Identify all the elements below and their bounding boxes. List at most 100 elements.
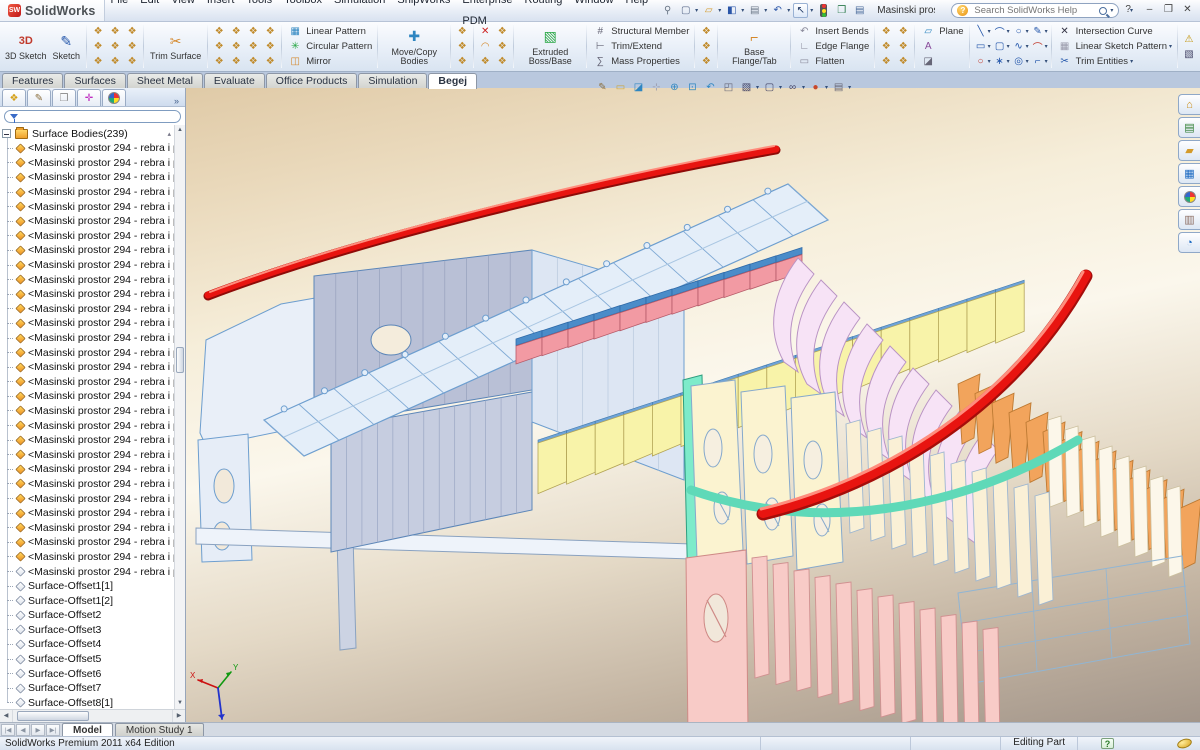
vertical-scroll-thumb[interactable] <box>176 347 184 373</box>
featuremanager-tab[interactable]: ❖ <box>2 89 26 106</box>
previous-view-icon[interactable]: ↶ <box>703 80 718 95</box>
base-flange-tab-button[interactable]: ⌐Base Flange/Tab <box>721 26 787 68</box>
tree-item[interactable]: <Masinski prostor 294 - rebra i p <box>0 462 185 477</box>
panel-expand-icon[interactable]: » <box>170 96 183 106</box>
tree-item[interactable]: <Masinski prostor 294 - rebra i p <box>0 302 185 317</box>
weldment-cube-icon[interactable]: ❖ <box>698 25 714 39</box>
next-tab-icon[interactable]: ▶ <box>31 724 45 736</box>
section-view-icon[interactable]: ◪ <box>631 80 646 95</box>
menu-file[interactable]: File <box>105 0 135 32</box>
insert-bends-button[interactable]: ↶Insert Bends <box>794 25 871 39</box>
menu-help[interactable]: Help <box>620 0 655 32</box>
tree-item[interactable]: Surface-Offset7 <box>0 681 185 696</box>
sketch-fillet-caret-icon[interactable]: ▾ <box>1045 43 1048 50</box>
design-binder-3-icon[interactable]: ❖ <box>454 55 470 69</box>
swept-cut-icon[interactable]: ❖ <box>245 40 261 54</box>
appearances-scenes-tab[interactable] <box>1178 186 1200 207</box>
spline-icon[interactable]: ∿ <box>1011 40 1027 54</box>
menu-view[interactable]: View <box>165 0 201 32</box>
menu-routing[interactable]: Routing <box>519 0 569 32</box>
new-document-icon[interactable]: ▢ <box>678 3 693 18</box>
undo-icon[interactable]: ↶ <box>770 3 785 18</box>
command-tab-evaluate[interactable]: Evaluate <box>204 73 265 88</box>
tree-item[interactable]: <Masinski prostor 294 - rebra i p <box>0 156 185 171</box>
dropdown-caret-icon[interactable]: ▾ <box>810 7 813 14</box>
circle-icon[interactable]: ○ <box>973 55 989 69</box>
hide-show-items-icon[interactable]: ∞ <box>785 80 800 95</box>
tree-item[interactable]: <Masinski prostor 294 - rebra i p <box>0 506 185 521</box>
menu-window[interactable]: Window <box>568 0 619 32</box>
tree-item[interactable]: Surface-Offset2 <box>0 608 185 623</box>
offset-surface-icon[interactable]: ❖ <box>90 40 106 54</box>
tree-item[interactable]: <Masinski prostor 294 - rebra i p <box>0 316 185 331</box>
display-style-icon[interactable]: ▢ <box>762 80 777 95</box>
intersection-curve-icon-icon[interactable]: ✕ <box>1057 25 1073 39</box>
tree-item[interactable]: <Masinski prostor 294 - rebra i p <box>0 199 185 214</box>
tree-filter-input[interactable] <box>22 110 175 122</box>
sketch-warning-icon[interactable]: ⚠ <box>1181 32 1197 46</box>
menu-enterprise-pdm[interactable]: Enterprise PDM <box>456 0 518 32</box>
tree-filter[interactable] <box>4 110 181 123</box>
tree-item[interactable]: <Masinski prostor 294 - rebra i p <box>0 433 185 448</box>
tree-item[interactable]: Surface-Offset1[2] <box>0 593 185 608</box>
perimeter-circle-caret-icon[interactable]: ▾ <box>1026 58 1029 65</box>
apply-scene-caret-icon[interactable]: ▾ <box>848 84 851 91</box>
menu-tools[interactable]: Tools <box>240 0 278 32</box>
trim-extend-button[interactable]: ⊢Trim/Extend <box>590 40 691 54</box>
tree-root-surface-bodies[interactable]: Surface Bodies(239)▴ <box>0 126 185 141</box>
forming-tool-icon[interactable]: ❖ <box>895 40 911 54</box>
help-caret-icon[interactable]: ▾ <box>1130 7 1133 14</box>
rebuild-traffic-light-icon[interactable] <box>816 3 831 18</box>
jog-line-icon[interactable]: ⌐ <box>1030 55 1046 69</box>
tree-item[interactable]: <Masinski prostor 294 - rebra i p <box>0 418 185 433</box>
convert-to-sheetmetal-icon[interactable]: ❖ <box>878 25 894 39</box>
circular-pattern-icon-icon[interactable]: ✳ <box>287 40 303 54</box>
status-help-icon[interactable]: ? <box>1101 738 1114 749</box>
search-box[interactable]: ? ▾ <box>951 3 1119 18</box>
tree-item[interactable]: Surface-Offset1[1] <box>0 579 185 594</box>
rectangle-caret-icon[interactable]: ▾ <box>988 43 991 50</box>
scroll-right-icon[interactable]: ▶ <box>172 710 185 722</box>
intersection-curve-button[interactable]: ✕Intersection Curve <box>1055 25 1174 39</box>
command-tab-surfaces[interactable]: Surfaces <box>64 73 125 88</box>
flex-body-icon[interactable]: ❖ <box>494 55 510 69</box>
tree-item[interactable]: <Masinski prostor 294 - rebra i p <box>0 258 185 273</box>
knit-surface-icon[interactable]: ❖ <box>124 40 140 54</box>
boundary-surface-icon[interactable]: ❖ <box>90 55 106 69</box>
tree-item[interactable]: <Masinski prostor 294 - rebra i p <box>0 170 185 185</box>
zoom-to-fit-icon[interactable]: ⊕ <box>667 80 682 95</box>
tree-item[interactable]: <Masinski prostor 294 - rebra i p <box>0 345 185 360</box>
intersect-bodies-icon[interactable]: ❖ <box>494 40 510 54</box>
tree-item[interactable]: <Masinski prostor 294 - rebra i p <box>0 272 185 287</box>
collapse-icon[interactable] <box>2 129 11 138</box>
restore-button[interactable]: ❐ <box>1160 3 1177 18</box>
mid-surface-icon[interactable]: ❖ <box>211 55 227 69</box>
custom-properties-tab[interactable]: ▥ <box>1178 209 1200 230</box>
dimxpert-tab[interactable]: ✛ <box>77 89 101 106</box>
slot-caret-icon[interactable]: ▾ <box>1007 43 1010 50</box>
menu-toolbox[interactable]: Toolbox <box>278 0 328 32</box>
scroll-left-icon[interactable]: ◀ <box>0 710 13 722</box>
file-explorer-tab[interactable]: ▰ <box>1178 140 1200 161</box>
display-style-caret-icon[interactable]: ▾ <box>779 84 782 91</box>
line-caret-icon[interactable]: ▾ <box>988 28 991 35</box>
perimeter-circle-icon[interactable]: ◎ <box>1011 55 1027 69</box>
hem-tool-icon[interactable]: ❖ <box>878 55 894 69</box>
slot-icon[interactable]: ▢ <box>992 40 1008 54</box>
flatten-button[interactable]: ▭Flatten <box>794 55 871 69</box>
tree-item[interactable]: <Masinski prostor 294 - rebra i p <box>0 141 185 156</box>
ellipse-icon[interactable]: ○ <box>1011 25 1027 39</box>
edit-appearance-icon[interactable]: ● <box>808 80 823 95</box>
search-input[interactable] <box>972 4 1095 17</box>
command-tab-features[interactable]: Features <box>2 73 63 88</box>
measure-icon[interactable]: ▭ <box>613 80 628 95</box>
dropdown-caret-icon[interactable]: ▾ <box>741 7 744 14</box>
tree-item[interactable]: Surface-Offset5 <box>0 652 185 667</box>
solidworks-forum-tab[interactable]: ◔ <box>1178 232 1200 253</box>
first-tab-icon[interactable]: |◀ <box>1 724 15 736</box>
tree-item[interactable]: <Masinski prostor 294 - rebra i p <box>0 185 185 200</box>
tree-item[interactable]: <Masinski prostor 294 - rebra i p <box>0 287 185 302</box>
prev-tab-icon[interactable]: ◀ <box>16 724 30 736</box>
open-icon[interactable]: ▱ <box>701 3 716 18</box>
flatten-icon-icon[interactable]: ▭ <box>796 55 812 69</box>
